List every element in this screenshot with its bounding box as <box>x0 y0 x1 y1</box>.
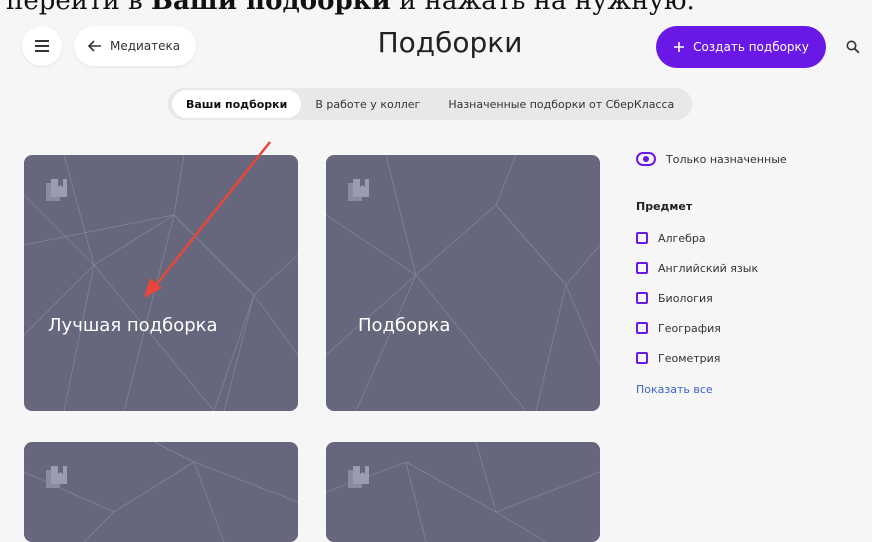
collection-icon <box>348 466 369 488</box>
subject-label: Алгебра <box>658 231 706 245</box>
collection-icon <box>46 466 67 488</box>
page-title: Подборки <box>377 26 523 59</box>
menu-button[interactable] <box>22 26 62 66</box>
radio-indicator[interactable] <box>636 152 656 166</box>
subject-checkbox-row[interactable]: Биология <box>636 283 787 313</box>
subject-checkbox[interactable] <box>636 292 648 304</box>
subject-checkbox[interactable] <box>636 262 648 274</box>
collection-icon <box>46 179 67 201</box>
subject-checkbox[interactable] <box>636 322 648 334</box>
collection-card[interactable] <box>326 442 600 542</box>
card-title: Лучшая подборка <box>48 315 218 336</box>
mesh-pattern <box>326 442 600 542</box>
subject-checkbox-row[interactable]: Геометрия <box>636 343 787 373</box>
subject-checkbox-row[interactable]: Английский язык <box>636 253 787 283</box>
caption-prefix: перейти в <box>6 0 151 16</box>
caption-suffix: и нажать на нужную. <box>390 0 695 16</box>
create-label: Создать подборку <box>693 40 809 54</box>
back-label: Медиатека <box>110 39 181 53</box>
tab-colleagues[interactable]: В работе у коллег <box>301 90 434 118</box>
subject-checkbox[interactable] <box>636 352 648 364</box>
create-collection-button[interactable]: Создать подборку <box>656 26 826 68</box>
instruction-caption: перейти в Ваши подборки и нажать на нужн… <box>6 0 695 16</box>
arrow-left-icon <box>88 40 101 52</box>
subject-label: Геометрия <box>658 351 721 365</box>
show-all-link[interactable]: Показать все <box>636 383 787 396</box>
plus-icon <box>674 42 685 52</box>
only-assigned-toggle[interactable]: Только назначенные <box>636 152 787 166</box>
filters-panel: Только назначенные Предмет Алгебра Англи… <box>636 152 787 396</box>
subject-checkbox-row[interactable]: География <box>636 313 787 343</box>
subject-checkbox[interactable] <box>636 232 648 244</box>
collection-card[interactable]: Подборка <box>326 155 600 411</box>
card-title: Подборка <box>358 315 451 336</box>
collection-icon <box>348 179 369 201</box>
subject-label: Биология <box>658 291 713 305</box>
subject-label: География <box>658 321 721 335</box>
mesh-pattern <box>24 442 298 542</box>
collection-card[interactable]: Лучшая подборка <box>24 155 298 411</box>
subject-checkbox-row[interactable]: Алгебра <box>636 223 787 253</box>
tab-your-collections[interactable]: Ваши подборки <box>172 90 302 118</box>
search-button[interactable] <box>838 32 868 62</box>
back-button[interactable]: Медиатека <box>74 26 197 66</box>
search-icon <box>846 40 860 54</box>
subject-label: Английский язык <box>658 261 759 275</box>
collections-tabs: Ваши подборки В работе у коллег Назначен… <box>168 88 693 120</box>
toggle-label: Только назначенные <box>666 152 787 166</box>
tab-assigned[interactable]: Назначенные подборки от СберКласса <box>434 90 688 118</box>
collection-card[interactable] <box>24 442 298 542</box>
hamburger-icon <box>35 40 49 52</box>
subject-section-title: Предмет <box>636 200 693 213</box>
caption-bold: Ваши подборки <box>150 0 391 16</box>
